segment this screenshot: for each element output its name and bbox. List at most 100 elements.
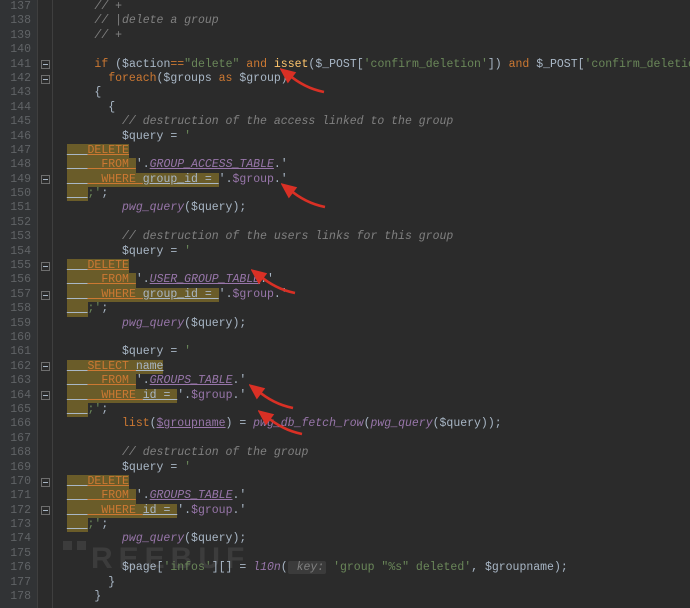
fold-cell (38, 331, 52, 345)
code-line: pwg_query($query); (53, 201, 690, 215)
line-number: 178 (0, 590, 31, 604)
fold-cell (38, 461, 52, 475)
line-number: 148 (0, 158, 31, 172)
line-number: 147 (0, 144, 31, 158)
fold-cell (38, 0, 52, 14)
line-number: 138 (0, 14, 31, 28)
fold-gutter (38, 0, 53, 608)
code-line: // |delete a group (53, 14, 690, 28)
line-number: 161 (0, 345, 31, 359)
line-number: 173 (0, 518, 31, 532)
fold-cell (38, 273, 52, 287)
fold-cell (38, 86, 52, 100)
line-number: 169 (0, 461, 31, 475)
fold-cell (38, 216, 52, 230)
fold-cell (38, 590, 52, 604)
fold-cell (38, 504, 52, 518)
code-line: $page['infos'][] = l10n( key: 'group "%s… (53, 561, 690, 575)
code-line: WHERE group_id = '.$group.' (53, 173, 690, 187)
code-line: ;'; (53, 518, 690, 532)
line-number: 160 (0, 331, 31, 345)
line-number: 171 (0, 489, 31, 503)
code-line: pwg_query($query); (53, 317, 690, 331)
line-number: 150 (0, 187, 31, 201)
line-number: 152 (0, 216, 31, 230)
code-line: // + (53, 29, 690, 43)
line-number: 158 (0, 302, 31, 316)
code-line (53, 547, 690, 561)
fold-minus-icon[interactable] (41, 291, 50, 300)
code-area[interactable]: REEBUF // + // |delete a group // + if (… (53, 0, 690, 608)
fold-cell (38, 489, 52, 503)
fold-cell (38, 302, 52, 316)
code-line (53, 216, 690, 230)
line-number: 155 (0, 259, 31, 273)
fold-cell (38, 187, 52, 201)
line-number: 139 (0, 29, 31, 43)
line-number: 153 (0, 230, 31, 244)
code-line (53, 43, 690, 57)
fold-minus-icon[interactable] (41, 60, 50, 69)
line-number: 162 (0, 360, 31, 374)
fold-cell (38, 475, 52, 489)
code-line: $query = ' (53, 345, 690, 359)
code-line: WHERE id = '.$group.' (53, 504, 690, 518)
fold-cell (38, 29, 52, 43)
line-number: 166 (0, 417, 31, 431)
line-number: 159 (0, 317, 31, 331)
fold-minus-icon[interactable] (41, 506, 50, 515)
code-line: { (53, 86, 690, 100)
line-number: 157 (0, 288, 31, 302)
code-line: // destruction of the access linked to t… (53, 115, 690, 129)
code-line: FROM '.GROUPS_TABLE.' (53, 374, 690, 388)
fold-minus-icon[interactable] (41, 262, 50, 271)
fold-cell (38, 288, 52, 302)
fold-cell (38, 561, 52, 575)
code-line: $query = ' (53, 130, 690, 144)
line-number: 143 (0, 86, 31, 100)
code-line: DELETE (53, 259, 690, 273)
line-number: 177 (0, 576, 31, 590)
line-number-gutter: 1371381391401411421431441451461471481491… (0, 0, 38, 608)
line-number: 163 (0, 374, 31, 388)
fold-cell (38, 403, 52, 417)
line-number: 172 (0, 504, 31, 518)
code-line: pwg_query($query); (53, 532, 690, 546)
fold-cell (38, 58, 52, 72)
fold-cell (38, 547, 52, 561)
line-number: 141 (0, 58, 31, 72)
fold-minus-icon[interactable] (41, 478, 50, 487)
code-line: if ($action=="delete" and isset($_POST['… (53, 58, 690, 72)
fold-cell (38, 389, 52, 403)
fold-minus-icon[interactable] (41, 362, 50, 371)
code-line: $query = ' (53, 245, 690, 259)
line-number: 170 (0, 475, 31, 489)
fold-minus-icon[interactable] (41, 391, 50, 400)
line-number: 165 (0, 403, 31, 417)
fold-cell (38, 130, 52, 144)
code-line: // destruction of the group (53, 446, 690, 460)
code-line: ;'; (53, 403, 690, 417)
fold-cell (38, 72, 52, 86)
code-line: FROM '.GROUP_ACCESS_TABLE.' (53, 158, 690, 172)
fold-minus-icon[interactable] (41, 175, 50, 184)
fold-cell (38, 245, 52, 259)
code-line: DELETE (53, 144, 690, 158)
line-number: 175 (0, 547, 31, 561)
code-line: SELECT name (53, 360, 690, 374)
code-line: foreach($groups as $group) (53, 72, 690, 86)
fold-cell (38, 43, 52, 57)
fold-cell (38, 101, 52, 115)
line-number: 140 (0, 43, 31, 57)
line-number: 151 (0, 201, 31, 215)
line-number: 145 (0, 115, 31, 129)
fold-cell (38, 345, 52, 359)
line-number: 149 (0, 173, 31, 187)
fold-cell (38, 158, 52, 172)
line-number: 174 (0, 532, 31, 546)
code-line: { (53, 101, 690, 115)
fold-minus-icon[interactable] (41, 75, 50, 84)
code-line: FROM '.USER_GROUP_TABLE.' (53, 273, 690, 287)
fold-cell (38, 576, 52, 590)
code-line: $query = ' (53, 461, 690, 475)
